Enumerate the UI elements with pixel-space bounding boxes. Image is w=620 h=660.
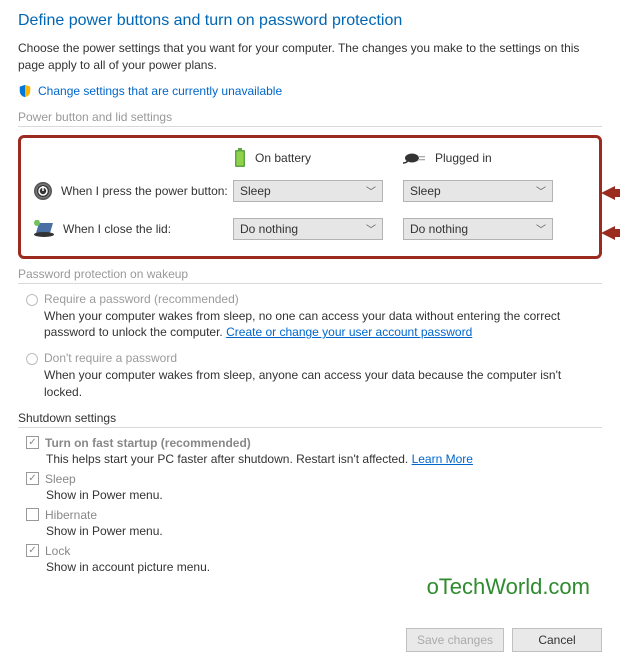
fast-startup-desc: This helps start your PC faster after sh… — [46, 452, 602, 466]
sleep-desc: Show in Power menu. — [46, 488, 602, 502]
chevron-down-icon: ﹀ — [366, 221, 376, 236]
lock-label: Lock — [45, 544, 70, 558]
hibernate-label: Hibernate — [45, 508, 97, 522]
power-button-row: When I press the power button: Sleep ﹀ S… — [33, 180, 587, 202]
close-lid-label-text: When I close the lid: — [63, 222, 171, 236]
separator — [18, 283, 602, 284]
hibernate-row: Hibernate — [26, 508, 602, 522]
checkbox-icon — [26, 436, 39, 449]
shutdown-group-label: Shutdown settings — [18, 411, 602, 425]
chevron-down-icon: ﹀ — [366, 183, 376, 198]
power-button-plugged-dropdown[interactable]: Sleep ﹀ — [403, 180, 553, 202]
require-password-desc: When your computer wakes from sleep, no … — [44, 308, 602, 342]
admin-link-row: Change settings that are currently unava… — [18, 84, 602, 98]
require-password-label: Require a password (recommended) — [44, 292, 239, 306]
plug-icon — [403, 151, 427, 165]
power-button-battery-dropdown[interactable]: Sleep ﹀ — [233, 180, 383, 202]
laptop-lid-icon — [33, 220, 55, 238]
power-button-label-text: When I press the power button: — [61, 184, 228, 198]
power-button-group-label: Power button and lid settings — [18, 110, 602, 124]
chevron-down-icon: ﹀ — [536, 183, 546, 198]
password-group-label: Password protection on wakeup — [18, 267, 602, 281]
on-battery-label: On battery — [255, 151, 311, 165]
separator — [18, 126, 602, 127]
radio-icon — [26, 353, 38, 365]
close-lid-row: When I close the lid: Do nothing ﹀ Do no… — [33, 218, 587, 240]
require-password-option: Require a password (recommended) — [26, 292, 602, 306]
power-button-icon — [33, 181, 53, 201]
dont-require-password-label: Don't require a password — [44, 351, 177, 365]
radio-icon — [26, 294, 38, 306]
shield-icon — [18, 84, 32, 98]
column-headers: On battery Plugged in — [33, 148, 587, 168]
change-settings-link[interactable]: Change settings that are currently unava… — [38, 84, 282, 98]
chevron-down-icon: ﹀ — [536, 221, 546, 236]
annotation-arrow — [601, 186, 620, 200]
hibernate-desc: Show in Power menu. — [46, 524, 602, 538]
annotation-arrow — [601, 226, 620, 240]
fast-startup-row: Turn on fast startup (recommended) — [26, 436, 602, 450]
sleep-label: Sleep — [45, 472, 76, 486]
dont-require-password-option: Don't require a password — [26, 351, 602, 365]
sleep-row: Sleep — [26, 472, 602, 486]
checkbox-icon — [26, 472, 39, 485]
lock-desc: Show in account picture menu. — [46, 560, 602, 574]
page-title: Define power buttons and turn on passwor… — [18, 12, 602, 30]
close-lid-battery-dropdown[interactable]: Do nothing ﹀ — [233, 218, 383, 240]
dont-require-password-desc: When your computer wakes from sleep, any… — [44, 367, 602, 401]
close-lid-row-label: When I close the lid: — [33, 220, 233, 238]
lock-row: Lock — [26, 544, 602, 558]
dropdown-value: Sleep — [240, 184, 271, 198]
learn-more-link[interactable]: Learn More — [412, 452, 473, 466]
desc-text: This helps start your PC faster after sh… — [46, 452, 412, 466]
intro-text: Choose the power settings that you want … — [18, 40, 602, 74]
on-battery-header: On battery — [233, 148, 403, 168]
cancel-button[interactable]: Cancel — [512, 628, 602, 652]
dropdown-value: Do nothing — [240, 222, 298, 236]
power-lid-highlight-box: On battery Plugged in When I press the p… — [18, 135, 602, 259]
fast-startup-label: Turn on fast startup (recommended) — [45, 436, 251, 450]
battery-icon — [233, 148, 247, 168]
checkbox-icon — [26, 544, 39, 557]
create-change-password-link[interactable]: Create or change your user account passw… — [226, 325, 472, 339]
footer-buttons: Save changes Cancel — [406, 628, 602, 652]
checkbox-icon — [26, 508, 39, 521]
separator — [18, 427, 602, 428]
dropdown-value: Do nothing — [410, 222, 468, 236]
dropdown-value: Sleep — [410, 184, 441, 198]
watermark: oTechWorld.com — [427, 574, 590, 600]
close-lid-plugged-dropdown[interactable]: Do nothing ﹀ — [403, 218, 553, 240]
save-changes-button: Save changes — [406, 628, 504, 652]
plugged-in-label: Plugged in — [435, 151, 492, 165]
power-button-row-label: When I press the power button: — [33, 181, 233, 201]
plugged-in-header: Plugged in — [403, 151, 573, 165]
